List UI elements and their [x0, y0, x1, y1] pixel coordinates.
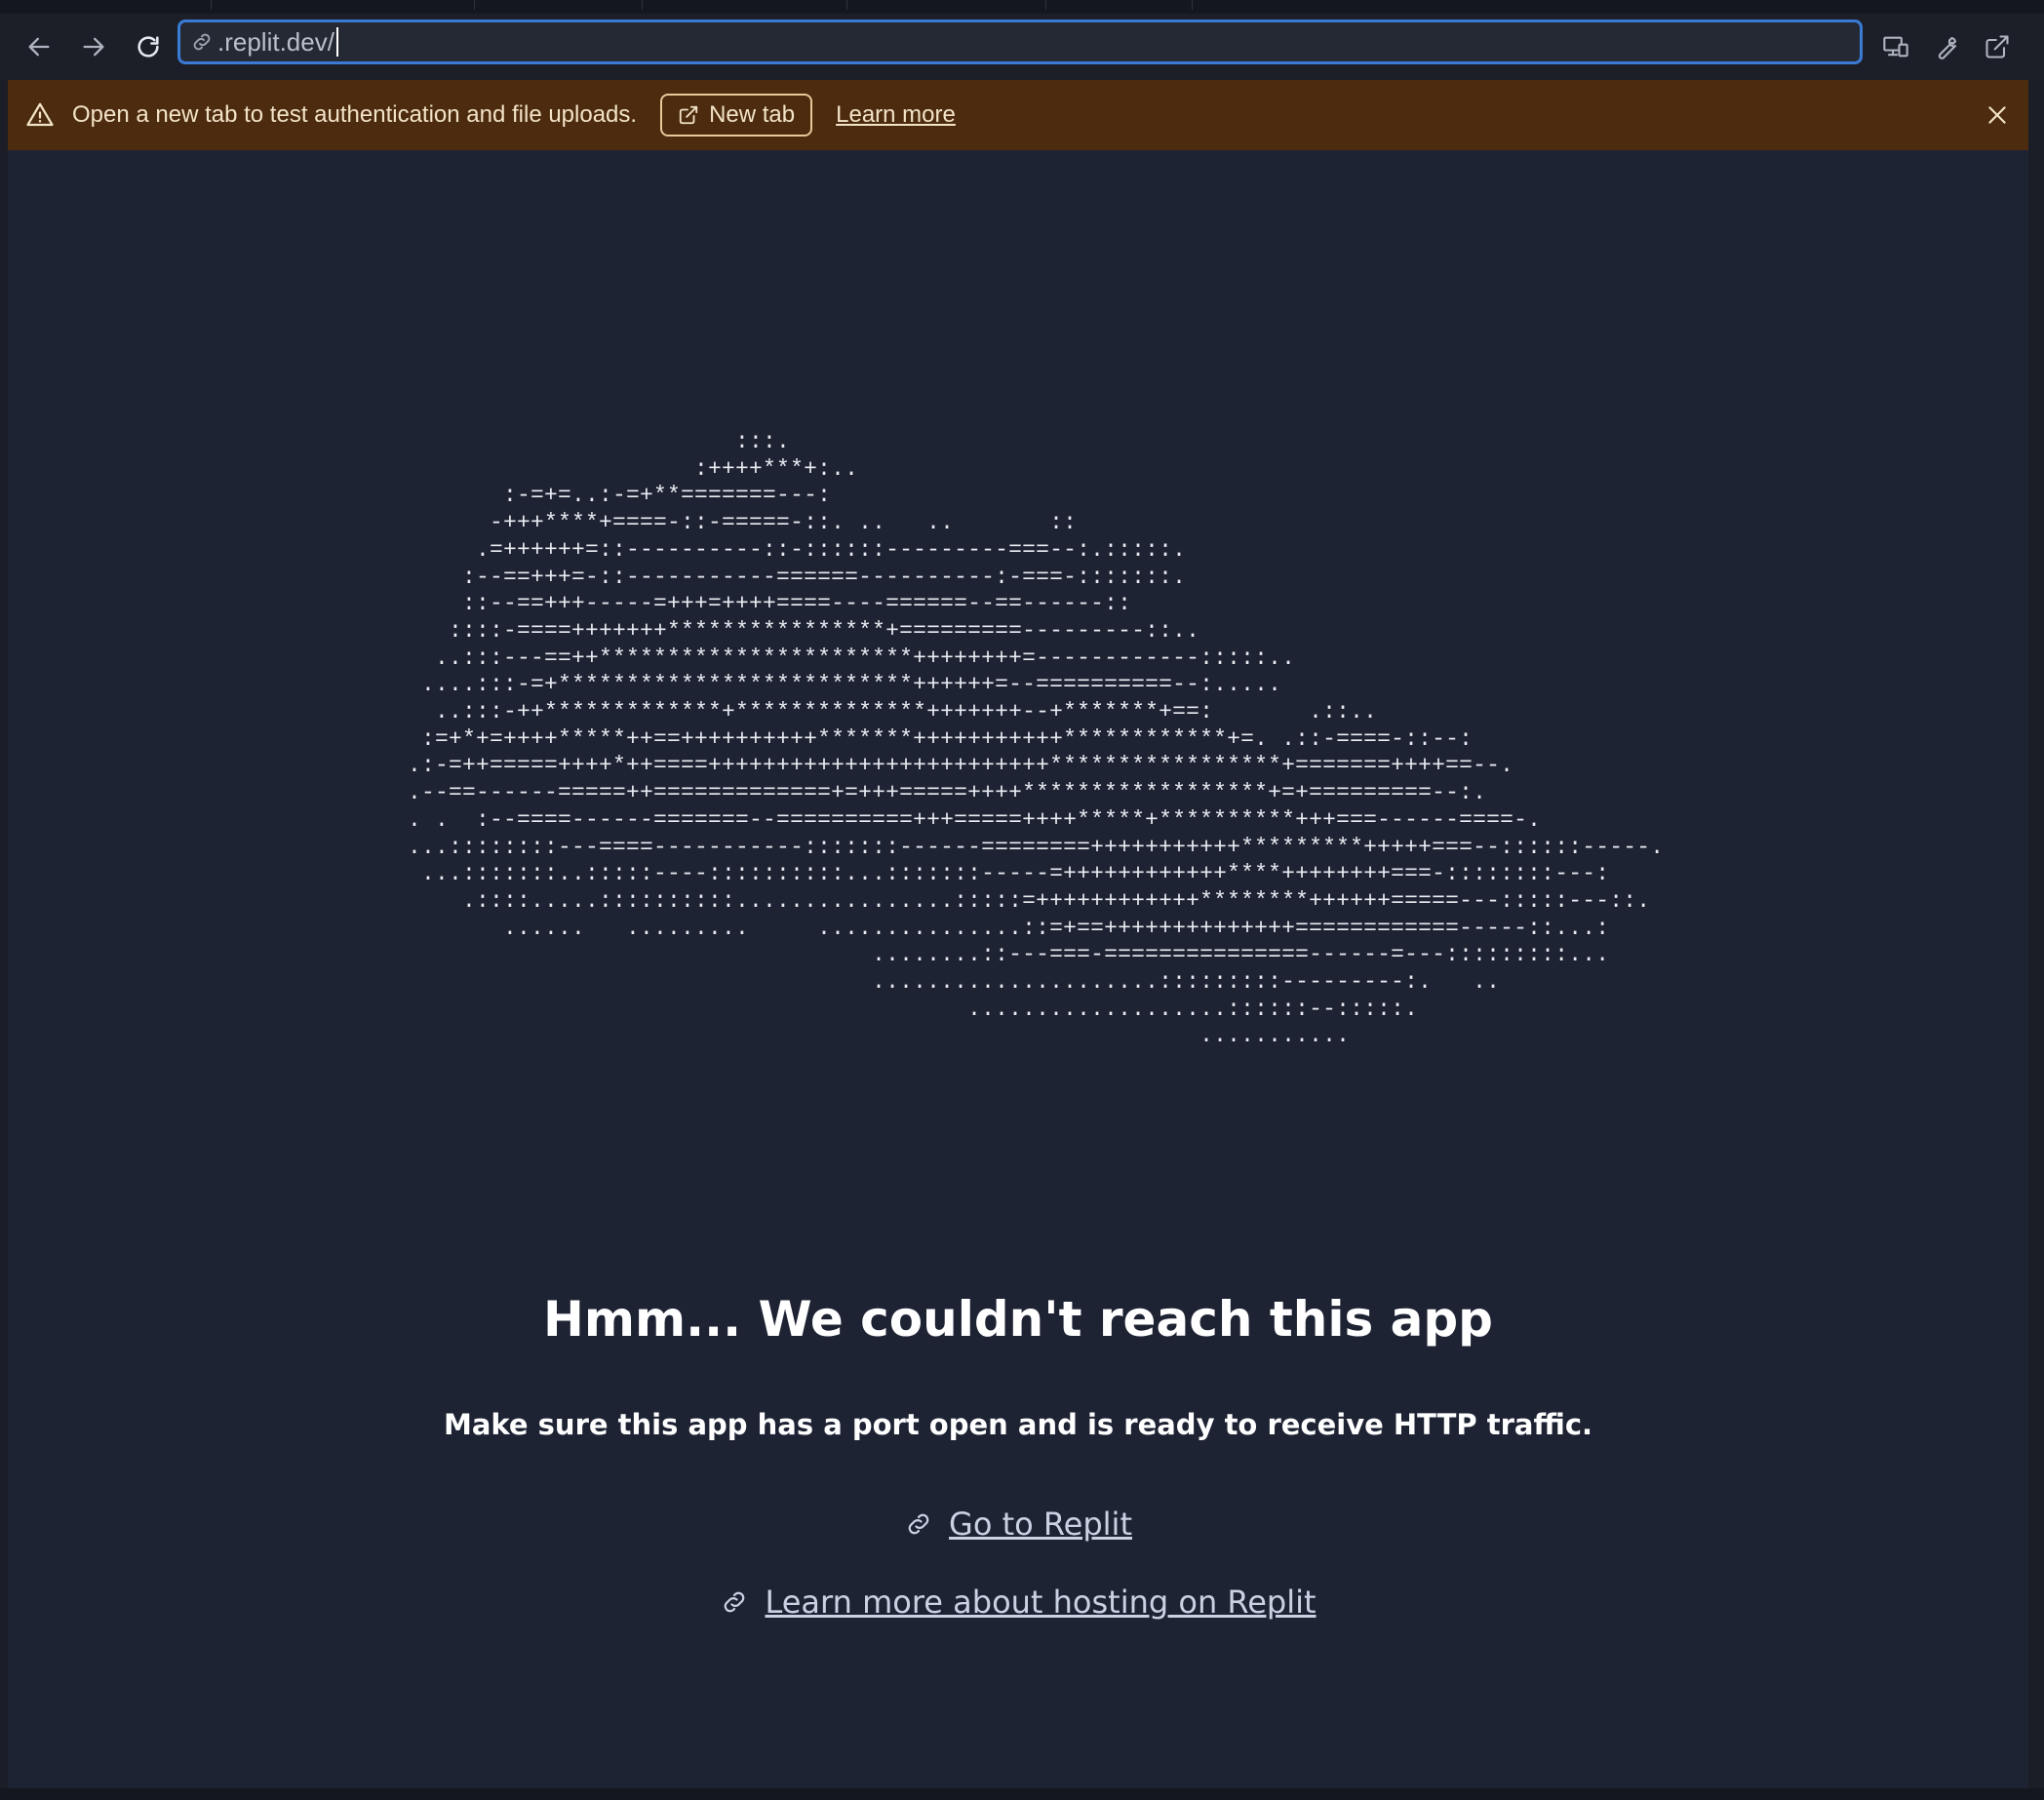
- devices-button[interactable]: [1876, 27, 1915, 66]
- warning-icon: [25, 99, 57, 131]
- url-bar[interactable]: .replit.dev/: [177, 20, 1863, 64]
- window-bottom-edge: [0, 1788, 2044, 1800]
- go-to-replit-link[interactable]: Go to Replit: [949, 1506, 1132, 1543]
- external-link-icon: [1985, 35, 2009, 59]
- page-title: Hmm... We couldn't reach this app: [543, 1291, 1493, 1348]
- tab-divider: [1192, 0, 1193, 10]
- page-subtitle: Make sure this app has a port open and i…: [443, 1408, 1593, 1441]
- hosting-learn-more-link[interactable]: Learn more about hosting on Replit: [765, 1584, 1316, 1621]
- ascii-art-cloud: :::. :++++***+:.. :-=+=..:-=+**=======--…: [408, 429, 1665, 1049]
- learn-more-link[interactable]: Learn more: [836, 101, 956, 129]
- url-text: .replit.dev/: [217, 26, 334, 57]
- tab-divider: [1045, 0, 1046, 10]
- open-external-button[interactable]: [1978, 27, 2017, 66]
- link-icon: [720, 1586, 751, 1618]
- browser-toolbar: .replit.dev/: [0, 14, 2044, 78]
- close-banner-button[interactable]: [1980, 98, 2015, 133]
- wrench-icon: [1938, 36, 1957, 59]
- arrow-right-icon: [83, 37, 104, 57]
- new-tab-label: New tab: [709, 101, 796, 128]
- tab-divider: [642, 0, 643, 10]
- tab-strip: [0, 0, 2044, 14]
- tab-divider: [474, 0, 475, 10]
- banner-message: Open a new tab to test authentication an…: [72, 101, 638, 128]
- reload-button[interactable]: [129, 27, 168, 66]
- arrow-left-icon: [28, 37, 50, 57]
- tab-divider: [211, 0, 212, 10]
- link-icon: [190, 30, 214, 54]
- devices-icon: [1883, 36, 1908, 58]
- text-caret: [335, 27, 338, 57]
- hosting-info-row: Learn more about hosting on Replit: [8, 1584, 2028, 1621]
- devtools-button[interactable]: [1927, 27, 1966, 66]
- new-tab-button[interactable]: New tab: [660, 94, 813, 137]
- browser-window: .replit.dev/ Open a new tab to test auth…: [0, 0, 2044, 1800]
- back-button[interactable]: [20, 27, 59, 66]
- external-link-icon: [678, 104, 699, 126]
- warning-banner: Open a new tab to test authentication an…: [8, 80, 2028, 150]
- reload-icon: [138, 36, 159, 58]
- app-content: :::. :++++***+:.. :-=+=..:-=+**=======--…: [8, 150, 2028, 1788]
- tab-divider: [846, 0, 847, 10]
- forward-button[interactable]: [74, 27, 113, 66]
- close-icon: [1988, 106, 2006, 124]
- link-icon: [904, 1508, 935, 1540]
- go-to-replit-row: Go to Replit: [8, 1506, 2028, 1543]
